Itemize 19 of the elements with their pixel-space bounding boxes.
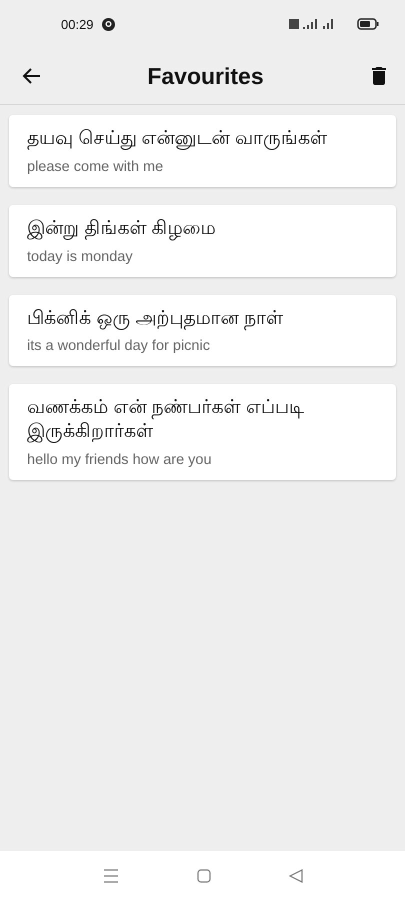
tamil-phrase: வணக்கம் என் நண்பர்கள் எப்படி இருக்கிறார்கள் — [27, 396, 305, 444]
phrase-card[interactable]: பிக்னிக் ஒரு அற்புதமான நாள் its a wonderful day for picnic — [9, 294, 396, 366]
english-translation: today is monday — [27, 248, 134, 264]
phrase-card[interactable]: இன்று திங்கள் கிழமை today is monday — [9, 204, 396, 276]
battery-icon — [357, 18, 379, 30]
home-icon[interactable] — [196, 868, 210, 882]
notification-icon — [102, 18, 115, 30]
tamil-phrase: இன்று திங்கள் கிழமை — [27, 216, 217, 240]
back-icon[interactable] — [288, 868, 302, 882]
english-translation: its a wonderful day for picnic — [27, 338, 211, 354]
phrase-card[interactable]: தயவு செய்து என்னுடன் வாருங்கள் please come with me — [9, 115, 396, 187]
page-title: Favourites — [146, 62, 265, 90]
phrase-card[interactable]: வணக்கம் என் நண்பர்கள் எப்படி இருக்கிறார்கள் hello my friends how are you — [9, 384, 396, 480]
english-translation: hello my friends how are you — [27, 452, 213, 468]
tamil-phrase: பிக்னிக் ஒரு அற்புதமான நாள் — [27, 306, 284, 330]
menu-icon[interactable] — [102, 868, 118, 882]
status-time: 00:29 — [61, 16, 94, 32]
tamil-phrase: தயவு செய்து என்னுடன் வாருங்கள் — [27, 127, 328, 151]
english-translation: please come with me — [27, 158, 164, 175]
